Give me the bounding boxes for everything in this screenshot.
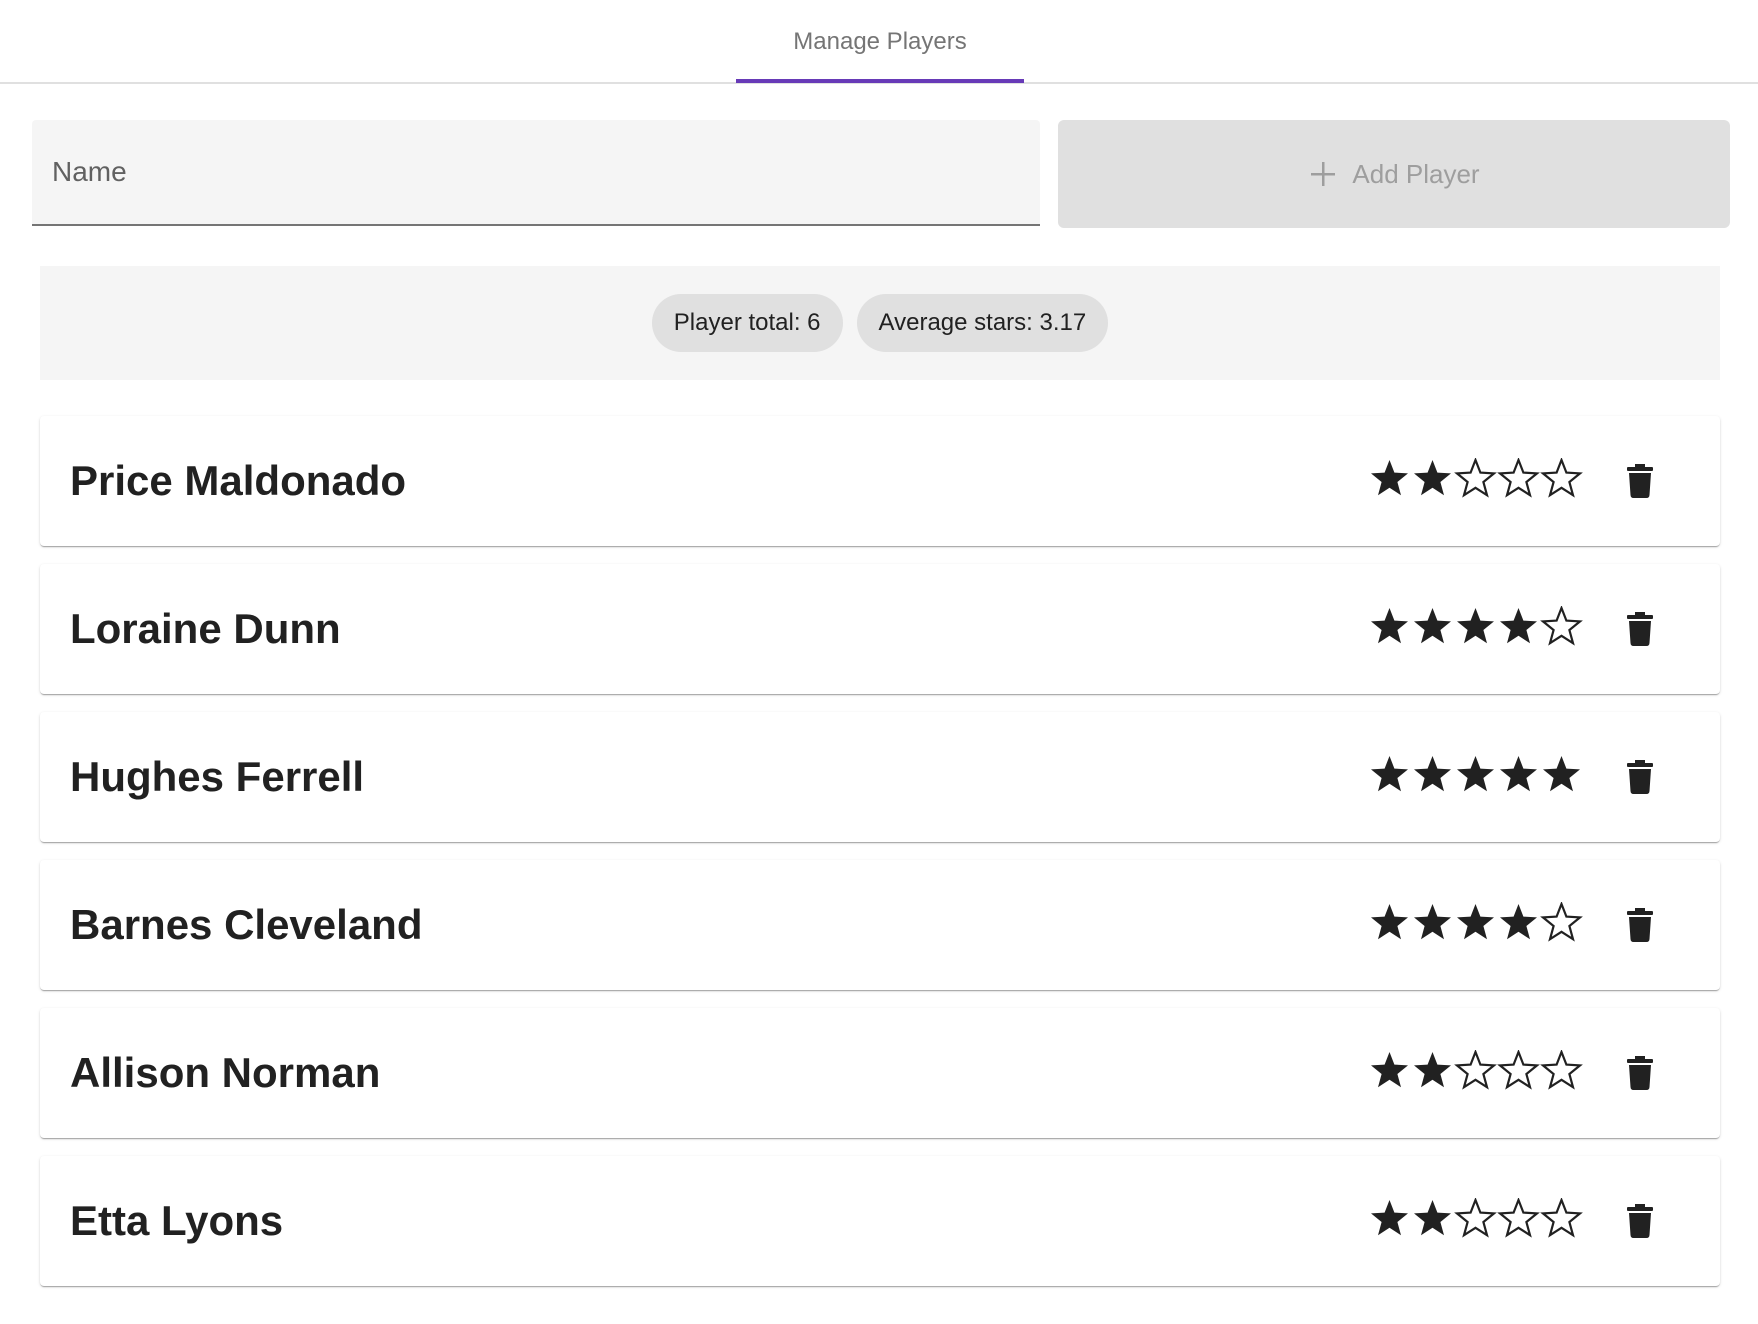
name-field[interactable]: [32, 120, 1040, 226]
player-total-chip: Player total: 6: [651, 294, 843, 352]
delete-player-button[interactable]: [1620, 607, 1660, 651]
star-outline-icon[interactable]: [1497, 1198, 1540, 1238]
delete-player-button[interactable]: [1620, 755, 1660, 799]
trash-icon[interactable]: [1627, 760, 1653, 794]
trash-icon[interactable]: [1627, 1056, 1653, 1090]
player-card: Barnes Cleveland: [40, 860, 1720, 990]
player-card: Hughes Ferrell: [40, 712, 1720, 842]
player-card: Etta Lyons: [40, 1156, 1720, 1286]
delete-player-button[interactable]: [1620, 1199, 1660, 1243]
star-outline-icon[interactable]: [1454, 1050, 1497, 1090]
stats-bar: Player total: 6 Average stars: 3.17: [40, 266, 1720, 380]
player-card: Loraine Dunn: [40, 564, 1720, 694]
star-rating[interactable]: [1368, 1198, 1583, 1242]
star-rating[interactable]: [1368, 606, 1583, 650]
star-filled-icon[interactable]: [1497, 754, 1540, 794]
star-rating[interactable]: [1368, 754, 1583, 798]
tab-bar: Manage Players: [0, 0, 1758, 84]
star-outline-icon[interactable]: [1454, 1198, 1497, 1238]
star-outline-icon[interactable]: [1540, 458, 1583, 498]
trash-icon[interactable]: [1627, 1204, 1653, 1238]
star-rating[interactable]: [1368, 458, 1583, 502]
name-input[interactable]: [32, 120, 1040, 224]
delete-player-button[interactable]: [1620, 903, 1660, 947]
star-filled-icon[interactable]: [1497, 606, 1540, 646]
star-filled-icon[interactable]: [1454, 606, 1497, 646]
star-outline-icon[interactable]: [1540, 902, 1583, 942]
player-name: Loraine Dunn: [70, 605, 341, 652]
player-name: Hughes Ferrell: [70, 753, 365, 800]
plus-icon: [1308, 159, 1338, 189]
tab-manage-players[interactable]: Manage Players: [736, 0, 1024, 84]
star-filled-icon[interactable]: [1368, 606, 1411, 646]
star-filled-icon[interactable]: [1497, 902, 1540, 942]
player-card: Price Maldonado: [40, 416, 1720, 546]
trash-icon[interactable]: [1627, 908, 1653, 942]
star-filled-icon[interactable]: [1411, 1198, 1454, 1238]
star-filled-icon[interactable]: [1368, 1050, 1411, 1090]
average-stars-chip: Average stars: 3.17: [856, 294, 1109, 352]
star-outline-icon[interactable]: [1540, 1050, 1583, 1090]
star-filled-icon[interactable]: [1411, 902, 1454, 942]
star-filled-icon[interactable]: [1454, 754, 1497, 794]
star-filled-icon[interactable]: [1454, 902, 1497, 942]
trash-icon[interactable]: [1627, 612, 1653, 646]
player-name: Price Maldonado: [70, 457, 407, 504]
delete-player-button[interactable]: [1620, 459, 1660, 503]
star-filled-icon[interactable]: [1411, 458, 1454, 498]
add-player-button[interactable]: Add Player: [1058, 120, 1730, 228]
star-rating[interactable]: [1368, 1050, 1583, 1094]
star-filled-icon[interactable]: [1368, 754, 1411, 794]
star-filled-icon[interactable]: [1540, 754, 1583, 794]
star-filled-icon[interactable]: [1411, 754, 1454, 794]
star-rating[interactable]: [1368, 902, 1583, 946]
star-filled-icon[interactable]: [1368, 1198, 1411, 1238]
player-name: Barnes Cleveland: [70, 901, 423, 948]
active-tab-indicator: [736, 79, 1024, 83]
star-filled-icon[interactable]: [1411, 606, 1454, 646]
trash-icon[interactable]: [1627, 464, 1653, 498]
star-filled-icon[interactable]: [1368, 902, 1411, 942]
star-filled-icon[interactable]: [1411, 1050, 1454, 1090]
star-outline-icon[interactable]: [1497, 1050, 1540, 1090]
add-player-label: Add Player: [1352, 158, 1480, 189]
player-card: Allison Norman: [40, 1008, 1720, 1138]
star-outline-icon[interactable]: [1497, 458, 1540, 498]
player-name: Allison Norman: [70, 1049, 381, 1096]
star-outline-icon[interactable]: [1540, 1198, 1583, 1238]
delete-player-button[interactable]: [1620, 1051, 1660, 1095]
star-outline-icon[interactable]: [1454, 458, 1497, 498]
star-filled-icon[interactable]: [1368, 458, 1411, 498]
player-name: Etta Lyons: [70, 1197, 284, 1244]
star-outline-icon[interactable]: [1540, 606, 1583, 646]
